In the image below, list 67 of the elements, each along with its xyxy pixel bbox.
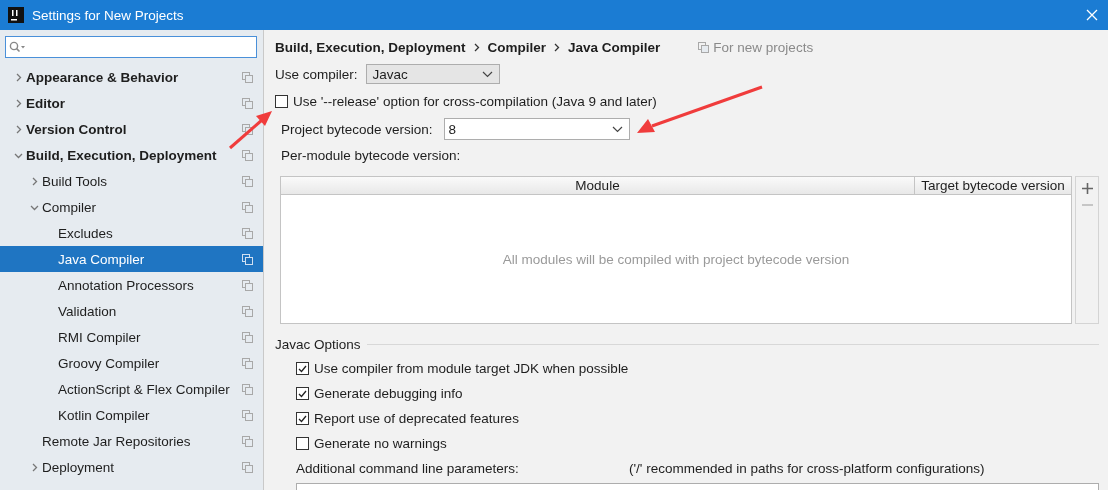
compiler-dropdown[interactable]: Javac: [365, 64, 500, 84]
copy-icon: [698, 41, 710, 53]
sidebar-item[interactable]: Excludes: [0, 220, 263, 246]
breadcrumb-item: Compiler: [487, 39, 547, 55]
annotation-arrow: [229, 111, 272, 150]
field-label: Use compiler:: [275, 66, 358, 82]
field-label: Additional command line parameters:: [296, 460, 520, 476]
copy-icon: [242, 461, 253, 473]
search-field[interactable]: [5, 36, 257, 58]
checkbox-label: Generate no warnings: [314, 436, 447, 451]
bytecode-dropdown[interactable]: 8: [443, 118, 630, 140]
checkbox-label: Generate debugging info: [314, 386, 463, 401]
empty-table-text: All modules will be compiled with project bytecode version: [502, 251, 850, 267]
sidebar-item[interactable]: Deployment: [0, 454, 263, 480]
checkbox[interactable]: [296, 412, 309, 425]
copy-icon: [242, 97, 253, 109]
checkbox-label: Report use of deprecated features: [314, 411, 519, 426]
hint-text: ('/' recommended in paths for cross-platform configurations): [629, 460, 986, 476]
sidebar-item[interactable]: Java Compiler: [0, 246, 263, 272]
sidebar-item[interactable]: Groovy Compiler: [0, 350, 263, 376]
checkbox[interactable]: [296, 362, 309, 375]
sidebar-item[interactable]: Kotlin Compiler: [0, 402, 263, 428]
sidebar-item[interactable]: RMI Compiler: [0, 324, 263, 350]
sidebar-item[interactable]: Build, Execution, Deployment: [0, 142, 263, 168]
group-title: Javac Options: [275, 336, 361, 352]
column-header[interactable]: Target bytecode version: [914, 177, 1071, 194]
sidebar-item[interactable]: Editor: [0, 90, 263, 116]
copy-icon: [242, 175, 253, 187]
breadcrumb-item: Java Compiler: [568, 39, 661, 55]
copy-icon: [242, 227, 253, 239]
sidebar-item[interactable]: Build Tools: [0, 168, 263, 194]
sidebar-item[interactable]: Validation: [0, 298, 263, 324]
sidebar-item[interactable]: Compiler: [0, 194, 263, 220]
close-icon[interactable]: [1086, 9, 1098, 21]
copy-icon: [242, 201, 253, 213]
copy-icon: [242, 357, 253, 369]
section-label: Per-module bytecode version:: [281, 147, 461, 163]
sidebar-item[interactable]: Remote Jar Repositories: [0, 428, 263, 454]
search-icon: [9, 41, 27, 53]
sidebar-item[interactable]: Annotation Processors: [0, 272, 263, 298]
breadcrumb-item: Build, Execution, Deployment: [275, 39, 466, 55]
add-icon[interactable]: [1081, 183, 1093, 194]
sidebar-item[interactable]: Version Control: [0, 116, 263, 142]
checkbox[interactable]: [296, 437, 309, 450]
copy-icon: [242, 279, 253, 291]
checkbox[interactable]: [296, 387, 309, 400]
copy-icon: [242, 305, 253, 317]
chevron-icon: [473, 42, 480, 52]
field-label: Project bytecode version:: [281, 121, 433, 137]
chevron-icon: [554, 42, 561, 52]
copy-icon: [242, 253, 253, 265]
checkbox[interactable]: [275, 94, 288, 108]
checkbox-label: Use compiler from module target JDK when possible: [314, 361, 629, 376]
sidebar-item[interactable]: ActionScript & Flex Compiler: [0, 376, 263, 402]
copy-icon: [242, 71, 253, 83]
copy-icon: [242, 149, 253, 161]
column-header[interactable]: Module: [281, 177, 914, 194]
checkbox-label: Use '--release' option for cross-compilation (Java 9 and later): [293, 93, 657, 109]
app-logo-icon: [8, 7, 24, 23]
sidebar-item[interactable]: Appearance & Behavior: [0, 64, 263, 90]
copy-icon: [242, 435, 253, 447]
scope-note: For new projects: [713, 39, 814, 55]
copy-icon: [242, 123, 253, 135]
copy-icon: [242, 409, 253, 421]
copy-icon: [242, 383, 253, 395]
copy-icon: [242, 331, 253, 343]
window-title: Settings for New Projects: [32, 7, 185, 23]
